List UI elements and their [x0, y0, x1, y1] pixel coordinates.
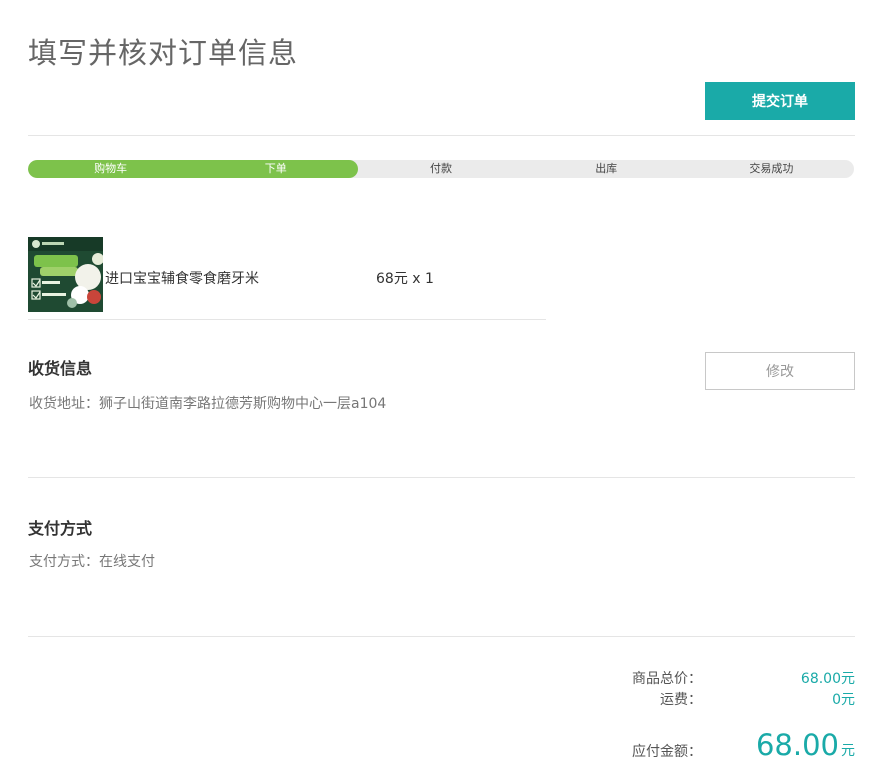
step-place-order: 下单: [264, 162, 287, 175]
shipping-address: 收货地址：狮子山街道南李路拉德芳斯购物中心一层a104: [29, 393, 386, 413]
payable-amount: 68.00 元: [685, 728, 855, 762]
shipping-fee-label: 运费：: [660, 692, 702, 708]
payment-method-label: 支付方式：: [29, 554, 99, 570]
payment-method-value: 在线支付: [99, 554, 155, 570]
step-shipping-out: 出库: [595, 162, 618, 175]
product-thumbnail[interactable]: [28, 237, 103, 312]
payable-amount-value: 68.00: [755, 728, 839, 762]
shipping-divider: [28, 477, 855, 478]
payable-amount-unit: 元: [841, 743, 855, 759]
goods-total-label: 商品总价：: [632, 671, 702, 687]
product-image-icon: [28, 237, 103, 312]
edit-address-button[interactable]: 修改: [705, 352, 855, 390]
header-divider: [28, 135, 855, 136]
step-completed: 交易成功: [749, 162, 794, 175]
progress-fill: [28, 160, 359, 178]
shipping-section-title: 收货信息: [28, 359, 93, 378]
order-progress-bar: 购物车 下单 付款 出库 交易成功: [28, 160, 854, 178]
submit-order-button[interactable]: 提交订单: [705, 82, 855, 120]
goods-total-value: 68.00元: [800, 671, 855, 687]
payable-amount-label: 应付金额：: [632, 744, 702, 760]
product-divider: [28, 319, 546, 320]
payment-method: 支付方式：在线支付: [29, 551, 155, 571]
step-cart: 购物车: [94, 162, 128, 175]
shipping-fee-value: 0元: [832, 692, 855, 708]
product-name[interactable]: 进口宝宝辅食零食磨牙米: [105, 268, 259, 288]
page-title: 填写并核对订单信息: [28, 38, 299, 70]
payment-divider: [28, 636, 855, 637]
product-price-quantity: 68元 x 1: [376, 271, 434, 287]
payment-section-title: 支付方式: [28, 519, 93, 538]
step-payment: 付款: [430, 162, 452, 175]
shipping-address-value: 狮子山街道南李路拉德芳斯购物中心一层a104: [99, 396, 387, 412]
shipping-address-label: 收货地址：: [29, 396, 99, 412]
order-item: 进口宝宝辅食零食磨牙米 68元 x 1: [28, 237, 546, 313]
